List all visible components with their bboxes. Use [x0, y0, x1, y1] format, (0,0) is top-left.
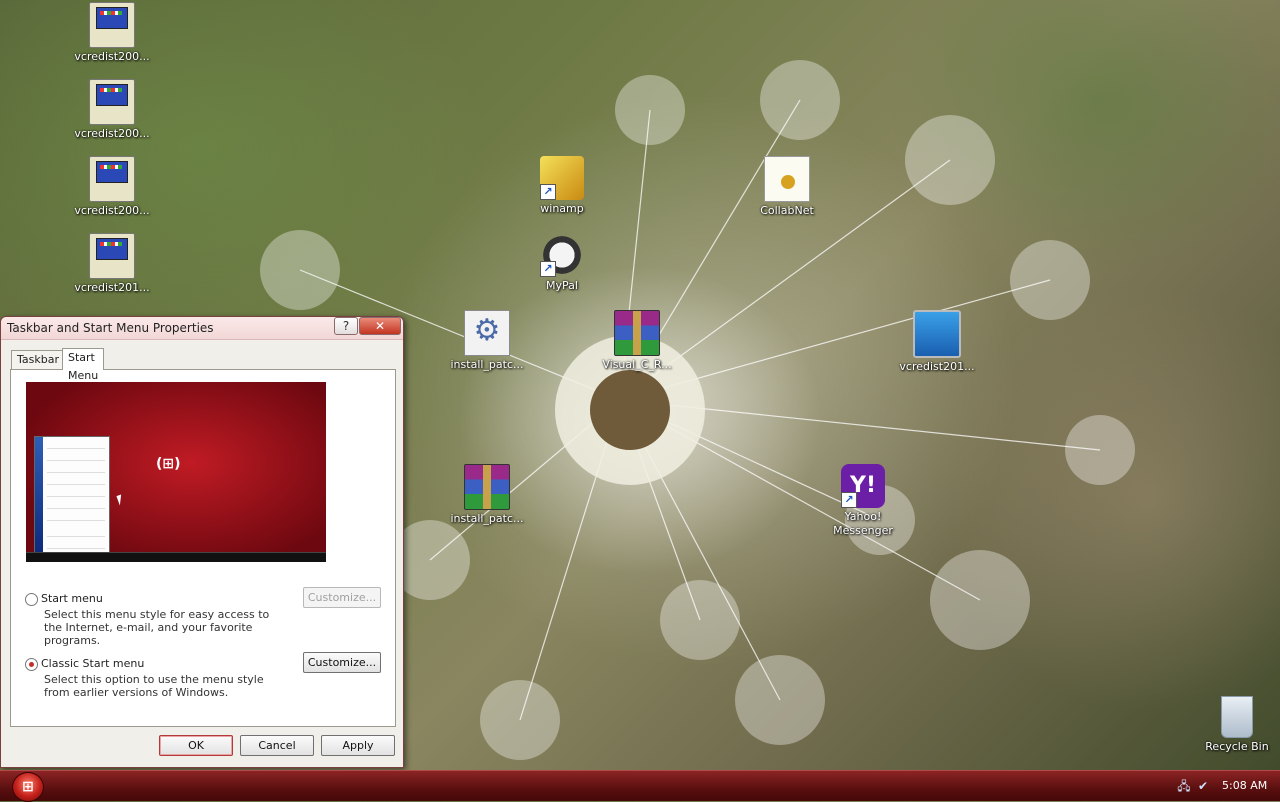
preview-taskbar — [26, 552, 326, 562]
desktop-icon-vcredist-2[interactable]: vcredist200... — [67, 79, 157, 141]
certificate-icon — [764, 156, 810, 202]
dialog-titlebar[interactable]: Taskbar and Start Menu Properties ? ✕ — [1, 317, 403, 340]
dialog-title: Taskbar and Start Menu Properties — [7, 321, 214, 335]
desktop-icon-install-patch-1[interactable]: install_patc... — [442, 310, 532, 372]
windows-logo: (⊞) — [156, 456, 181, 472]
shortcut-arrow-icon: ↗ — [841, 492, 857, 508]
start-menu-preview-image: (⊞) — [26, 382, 326, 562]
winamp-icon: ↗ — [540, 156, 584, 200]
winrar-archive-icon — [464, 464, 510, 510]
setup-icon — [89, 156, 135, 202]
desktop-icon-recycle-bin[interactable]: Recycle Bin — [1192, 696, 1280, 754]
winrar-archive-icon — [614, 310, 660, 356]
desktop-icon-yahoo-messenger[interactable]: Y! ↗ Yahoo! Messenger — [818, 464, 908, 538]
shortcut-arrow-icon: ↗ — [540, 261, 556, 277]
start-menu-tab-panel: (⊞) Start menu Select this menu style fo… — [10, 369, 396, 727]
desktop-icon-visual-c-runtime[interactable]: Visual_C_R... — [592, 310, 682, 372]
cancel-button[interactable]: Cancel — [240, 735, 314, 756]
taskbar-start-menu-properties-dialog: Taskbar and Start Menu Properties ? ✕ Ta… — [0, 316, 404, 768]
start-menu-radio-label[interactable]: Start menu — [41, 592, 103, 605]
start-menu-description: Select this menu style for easy access t… — [44, 608, 270, 647]
classic-start-menu-radio[interactable] — [25, 658, 38, 671]
computer-installer-icon — [913, 310, 961, 358]
close-button[interactable]: ✕ — [359, 317, 401, 335]
tab-taskbar[interactable]: Taskbar — [11, 350, 65, 369]
network-icon[interactable]: 🖧 — [1177, 779, 1191, 793]
help-button[interactable]: ? — [334, 317, 358, 335]
apply-button[interactable]: Apply — [321, 735, 395, 756]
cursor-icon — [116, 494, 125, 506]
setup-icon — [89, 233, 135, 279]
ok-button[interactable]: OK — [159, 735, 233, 756]
recycle-bin-icon — [1221, 696, 1253, 738]
shortcut-arrow-icon: ↗ — [540, 184, 556, 200]
desktop-icon-winamp[interactable]: ↗ winamp — [517, 156, 607, 216]
system-clock[interactable]: 5:08 AM — [1222, 779, 1267, 792]
setup-icon — [89, 2, 135, 48]
windows-orb-icon: ⊞ — [22, 779, 34, 795]
desktop-icon-vcredist-4[interactable]: vcredist201... — [67, 233, 157, 295]
mypal-icon: ↗ — [540, 233, 584, 277]
desktop-icon-mypal[interactable]: ↗ MyPal — [517, 233, 607, 293]
desktop-icon-collabnet[interactable]: CollabNet — [742, 156, 832, 218]
tab-start-menu[interactable]: Start Menu — [62, 348, 105, 382]
classic-start-menu-description: Select this option to use the menu style… — [44, 673, 264, 699]
desktop-icon-install-patch-2[interactable]: install_patc... — [442, 464, 532, 526]
desktop-icon-vcredist-1[interactable]: vcredist200... — [67, 2, 157, 64]
desktop-icon-vcredist-5[interactable]: vcredist201... — [892, 310, 982, 374]
desktop-icon-vcredist-3[interactable]: vcredist200... — [67, 156, 157, 218]
classic-start-menu-radio-label[interactable]: Classic Start menu — [41, 657, 144, 670]
customize-start-menu-button[interactable]: Customize... — [303, 587, 381, 608]
taskbar: ⊞ 🖧 ✔ 5:08 AM — [0, 770, 1280, 802]
gear-icon — [464, 310, 510, 356]
start-menu-radio[interactable] — [25, 593, 38, 606]
customize-classic-start-menu-button[interactable]: Customize... — [303, 652, 381, 673]
preview-classic-menu — [34, 436, 110, 553]
yahoo-messenger-icon: Y! ↗ — [841, 464, 885, 508]
setup-icon — [89, 79, 135, 125]
safely-remove-icon[interactable]: ✔ — [1196, 779, 1210, 793]
start-button[interactable]: ⊞ — [12, 772, 44, 802]
